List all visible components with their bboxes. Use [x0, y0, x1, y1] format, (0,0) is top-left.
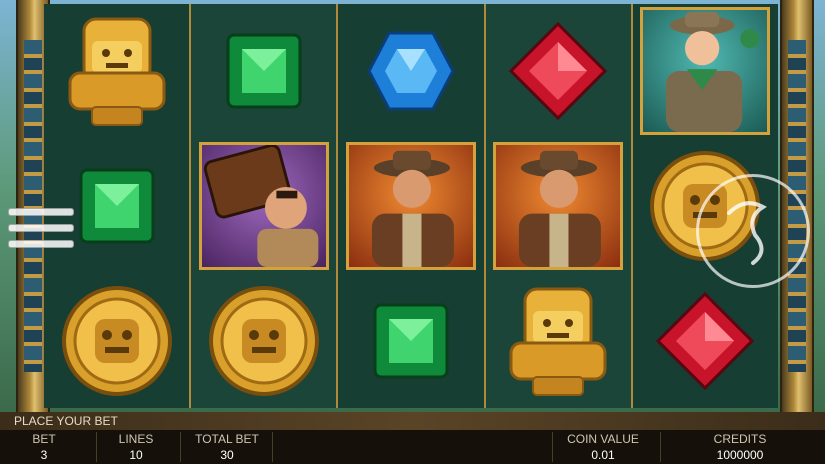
divider	[96, 432, 97, 462]
total-bet-display: TOTAL BET 30	[184, 430, 270, 464]
porter-card	[198, 142, 329, 270]
credits-label: CREDITS	[713, 432, 767, 446]
hamburger-menu-icon[interactable]	[8, 208, 74, 256]
symbol-explorer-man	[338, 139, 483, 273]
bet-control[interactable]: BET 3	[14, 430, 74, 464]
reel-3	[338, 4, 486, 408]
divider	[552, 432, 553, 462]
spin-button-icon	[727, 201, 767, 265]
coin-value-value: 0.01	[591, 448, 615, 462]
bet-value: 3	[40, 448, 48, 462]
symbol-gold-coin	[44, 274, 189, 408]
lines-control[interactable]: LINES 10	[104, 430, 168, 464]
symbol-red-ruby	[486, 4, 631, 138]
symbol-gold-coin	[191, 274, 336, 408]
golden-idol-icon	[68, 17, 166, 126]
symbol-green-emerald	[191, 4, 336, 138]
credits-value: 1000000	[716, 448, 764, 462]
lines-label: LINES	[118, 432, 154, 446]
bet-label: BET	[32, 432, 56, 446]
reel-grid	[44, 4, 779, 408]
explorer-man-icon	[519, 150, 602, 267]
symbol-porter-with-chest	[191, 139, 336, 273]
bet-panel: BET 3 LINES 10 TOTAL BET 30 COIN VALUE 0…	[0, 430, 825, 464]
reel-2	[191, 4, 339, 408]
menu-bar	[8, 208, 74, 216]
coin-value-label: COIN VALUE	[567, 432, 639, 446]
divider	[272, 432, 273, 462]
gold-coin-icon	[61, 286, 172, 396]
symbol-golden-idol	[44, 4, 189, 138]
green-emerald-icon	[373, 303, 449, 379]
symbol-explorer-woman	[633, 4, 778, 138]
menu-bar	[8, 240, 74, 248]
red-ruby-icon	[509, 22, 608, 120]
divider	[660, 432, 661, 462]
symbol-blue-sapphire	[338, 4, 483, 138]
divider	[180, 432, 181, 462]
symbol-red-ruby	[633, 274, 778, 408]
reel-1	[44, 4, 192, 408]
explorer-man-icon	[371, 150, 454, 267]
total-bet-label: TOTAL BET	[195, 432, 259, 446]
porter-with-chest-icon	[203, 145, 319, 267]
coin-value-control[interactable]: COIN VALUE 0.01	[560, 430, 646, 464]
reel-4	[485, 4, 633, 408]
spin-button[interactable]	[696, 174, 810, 288]
golden-idol-icon	[509, 287, 607, 396]
symbol-green-emerald	[338, 274, 483, 408]
green-emerald-icon	[226, 33, 302, 109]
lines-value: 10	[129, 448, 143, 462]
blue-sapphire-icon	[367, 31, 455, 111]
status-bar: PLACE YOUR BET	[0, 412, 825, 430]
game-scene	[0, 0, 825, 412]
gold-coin-icon	[208, 286, 319, 396]
total-bet-value: 30	[220, 448, 234, 462]
explorer-woman-icon	[666, 11, 760, 132]
status-prompt: PLACE YOUR BET	[14, 414, 118, 428]
credits-display: CREDITS 1000000	[690, 430, 790, 464]
green-emerald-icon	[79, 168, 155, 244]
red-ruby-icon	[656, 292, 755, 390]
symbol-explorer-man	[486, 139, 631, 273]
symbol-golden-idol	[486, 274, 631, 408]
explorer-woman-card	[640, 7, 771, 135]
explorer-man-card	[493, 142, 624, 270]
explorer-man-card	[346, 142, 476, 270]
menu-bar	[8, 224, 74, 232]
